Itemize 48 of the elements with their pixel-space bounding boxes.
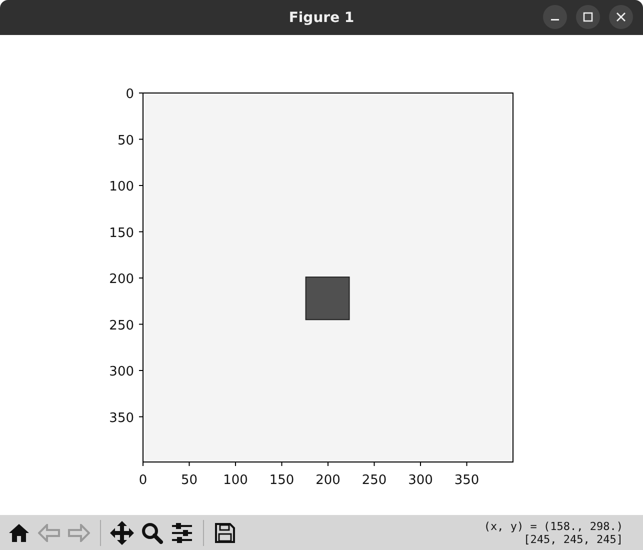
tick-label: 100	[109, 180, 134, 194]
home-icon	[8, 522, 30, 542]
search-icon	[141, 522, 163, 544]
tick-mark	[138, 185, 144, 186]
square-shape	[305, 276, 350, 320]
tick-mark	[138, 138, 144, 140]
left-arrow-icon	[38, 524, 60, 542]
coordinates-text: (x, y) = (158., 298.)	[484, 520, 623, 532]
minimize-button[interactable]	[543, 5, 567, 29]
tick-mark	[138, 370, 144, 371]
tick-label: 50	[117, 133, 134, 148]
tick-mark	[281, 462, 282, 466]
pixel-value-text: [245, 245, 245]	[524, 532, 623, 546]
maximize-icon	[583, 12, 593, 22]
tick-mark	[138, 324, 144, 325]
tick-label: 50	[180, 473, 198, 488]
tick-mark	[420, 462, 421, 466]
tick-label: 350	[454, 473, 480, 488]
minimize-icon	[551, 19, 559, 21]
maximize-button[interactable]	[576, 5, 600, 29]
tick-mark	[142, 462, 144, 466]
tick-label: 150	[269, 473, 294, 488]
close-icon	[616, 12, 626, 22]
window-title: Figure 1	[288, 10, 354, 26]
tick-label: 250	[362, 473, 387, 488]
tick-mark	[138, 92, 144, 94]
tick-mark	[235, 462, 236, 466]
tick-mark	[138, 231, 144, 232]
tick-label: 200	[316, 473, 340, 488]
sliders-icon	[171, 522, 193, 542]
tick-mark	[188, 462, 190, 466]
move-icon	[110, 520, 134, 544]
tick-label: 0	[126, 87, 134, 102]
tick-label: 250	[109, 318, 134, 334]
tick-label: 150	[109, 226, 134, 241]
save-icon	[215, 522, 235, 542]
tick-label: 100	[223, 473, 248, 488]
tick-label: 0	[138, 473, 148, 488]
close-button[interactable]	[609, 5, 633, 29]
pan-button[interactable]	[108, 518, 136, 546]
tick-mark	[466, 462, 468, 466]
tick-label: 300	[408, 473, 433, 488]
tick-label: 300	[109, 364, 134, 380]
right-arrow-icon	[68, 524, 90, 542]
tick-mark	[138, 416, 144, 418]
tick-label: 200	[109, 272, 134, 287]
tick-mark	[374, 462, 375, 466]
tick-label: 350	[109, 410, 134, 426]
